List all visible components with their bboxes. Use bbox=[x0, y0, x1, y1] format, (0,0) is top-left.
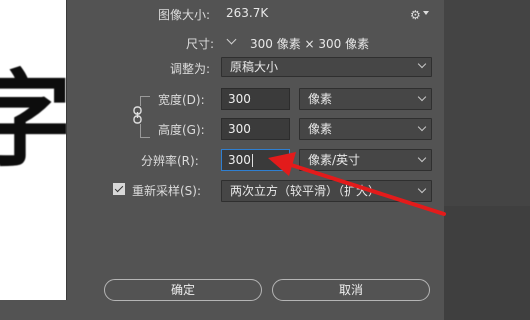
resample-label: 重新采样(S): bbox=[132, 184, 202, 198]
ok-button-label: 确定 bbox=[170, 283, 195, 297]
width-label: 宽度(D): bbox=[158, 93, 205, 107]
chevron-down-icon bbox=[417, 122, 427, 132]
dimensions-label: 尺寸: bbox=[186, 37, 215, 51]
resolution-unit-value: 像素/英寸 bbox=[308, 153, 361, 167]
ok-button[interactable]: 确定 bbox=[104, 279, 262, 301]
resample-method-value: 两次立方（较平滑）（扩大） bbox=[230, 184, 381, 198]
resize-to-select[interactable]: 原稿大小 bbox=[221, 57, 432, 77]
chevron-down-icon bbox=[417, 184, 427, 194]
image-preview: 字 bbox=[0, 0, 67, 300]
height-label: 高度(G): bbox=[158, 123, 205, 137]
resize-to-label: 调整为: bbox=[170, 62, 211, 76]
chevron-down-icon bbox=[417, 92, 427, 102]
resize-to-value: 原稿大小 bbox=[230, 60, 279, 74]
link-icon[interactable] bbox=[131, 106, 144, 124]
gear-icon[interactable]: ⚙ bbox=[410, 8, 421, 22]
width-unit-value: 像素 bbox=[308, 92, 333, 106]
chevron-down-icon bbox=[417, 153, 427, 163]
cancel-button[interactable]: 取消 bbox=[272, 279, 430, 301]
chevron-down-icon[interactable] bbox=[423, 11, 429, 15]
cancel-button-label: 取消 bbox=[338, 283, 363, 297]
resample-method-select[interactable]: 两次立方（较平滑）（扩大） bbox=[221, 180, 432, 202]
chevron-down-icon bbox=[417, 59, 427, 69]
height-unit-select[interactable]: 像素 bbox=[299, 118, 432, 140]
resolution-unit-select[interactable]: 像素/英寸 bbox=[299, 149, 432, 171]
width-unit-select[interactable]: 像素 bbox=[299, 88, 432, 110]
dimensions-value: 300 像素 × 300 像素 bbox=[250, 37, 370, 51]
height-unit-value: 像素 bbox=[308, 122, 333, 136]
text-caret bbox=[251, 154, 253, 167]
resolution-label: 分辨率(R): bbox=[141, 154, 199, 168]
dimensions-toggle[interactable] bbox=[226, 34, 240, 48]
background-panel bbox=[444, 0, 530, 320]
background-panel-top bbox=[444, 0, 530, 206]
height-input[interactable]: 300 bbox=[221, 118, 290, 140]
width-value: 300 bbox=[228, 92, 251, 106]
resolution-value: 300 bbox=[228, 153, 251, 167]
resolution-input[interactable]: 300 bbox=[221, 149, 290, 171]
preview-glyph: 字 bbox=[0, 68, 66, 172]
image-size-value: 263.7K bbox=[226, 6, 269, 20]
resample-checkbox[interactable] bbox=[113, 183, 125, 195]
image-size-label: 图像大小: bbox=[158, 8, 211, 22]
width-input[interactable]: 300 bbox=[221, 88, 290, 110]
height-value: 300 bbox=[228, 122, 251, 136]
chevron-down-icon bbox=[226, 34, 237, 45]
checkmark-icon bbox=[114, 183, 124, 193]
